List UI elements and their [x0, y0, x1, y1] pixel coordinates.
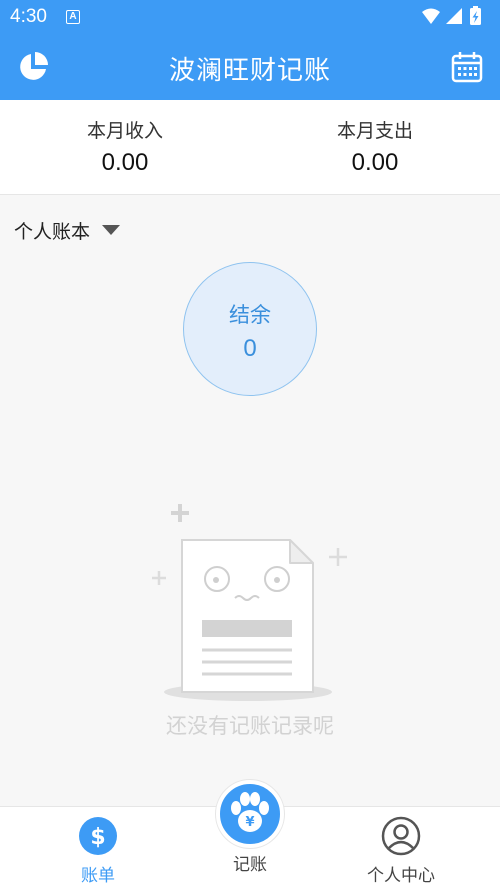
- wifi-icon: [422, 8, 440, 24]
- status-time: 4:30: [10, 6, 47, 27]
- balance-value: 0: [243, 335, 257, 362]
- plus-decoration: [171, 504, 189, 522]
- paw-yen-icon: ¥: [231, 792, 269, 832]
- tab-bills-icon-wrap: $: [78, 816, 118, 856]
- empty-state-text: 还没有记账记录呢: [166, 714, 334, 738]
- monthly-summary: 本月收入 0.00 本月支出 0.00: [0, 100, 500, 195]
- balance-label: 结余: [229, 303, 271, 327]
- tab-profile-label: 个人中心: [367, 866, 435, 886]
- tab-record-label: 记账: [233, 855, 267, 875]
- calendar-button[interactable]: [450, 50, 484, 84]
- balance-circle: 结余 0: [183, 262, 317, 396]
- svg-text:¥: ¥: [245, 815, 254, 830]
- svg-text:$: $: [90, 825, 105, 850]
- status-bar: 4:30 A: [0, 0, 500, 34]
- income-label: 本月收入: [86, 120, 163, 142]
- expense-label: 本月支出: [336, 120, 413, 142]
- tab-bills-label: 账单: [81, 866, 115, 886]
- caret-down-icon: [102, 225, 121, 235]
- tab-profile[interactable]: 个人中心: [318, 807, 484, 888]
- app-bar: 波澜旺财记账: [0, 34, 500, 100]
- ledger-label: 个人账本: [14, 220, 91, 243]
- notification-icon: A: [66, 10, 80, 24]
- system-tray: [422, 6, 481, 25]
- record-button[interactable]: ¥: [216, 780, 284, 848]
- tab-bills[interactable]: $ 账单: [15, 807, 181, 888]
- cell-signal-icon: [446, 8, 462, 24]
- income-value: 0.00: [101, 149, 149, 176]
- app-title: 波澜旺财记账: [168, 56, 331, 86]
- empty-document-illustration: [152, 504, 347, 701]
- ledger-selector[interactable]: 个人账本: [14, 216, 121, 244]
- expense-value: 0.00: [351, 149, 399, 176]
- battery-charging-icon: [470, 6, 481, 25]
- calendar-icon: [451, 52, 483, 83]
- income-summary: 本月收入 0.00: [0, 116, 250, 177]
- expense-summary: 本月支出 0.00: [250, 116, 500, 177]
- user-circle-icon: [381, 816, 421, 856]
- dollar-circle-icon: $: [79, 817, 117, 855]
- tab-profile-icon-wrap: [381, 816, 421, 856]
